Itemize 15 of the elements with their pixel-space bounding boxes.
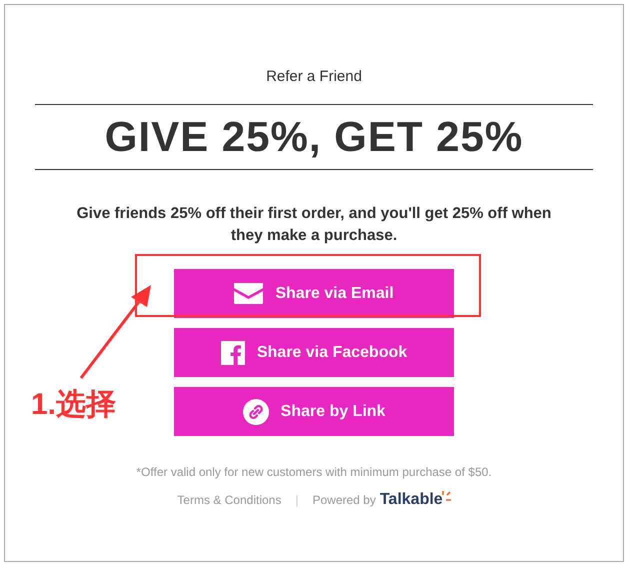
brand-logo: Talkable — [380, 491, 451, 509]
share-button[interactable]: Share by Link — [174, 387, 454, 436]
description: Give friends 25% off their first order, and you'll get 25% off when they make a purchase. — [76, 204, 552, 246]
annotation-label: 1.选择 — [31, 387, 116, 423]
eyebrow-text: Refer a Friend — [266, 68, 362, 87]
share-button[interactable]: Share via Facebook — [174, 328, 454, 377]
link-icon — [242, 398, 269, 424]
headline: GIVE 25%, GET 25% — [35, 104, 593, 170]
share-button[interactable]: Share via Email — [174, 269, 454, 318]
terms-link[interactable]: Terms & Conditions — [177, 493, 282, 507]
disclaimer-text: *Offer valid only for new customers with minimum purchase of $50. — [136, 465, 492, 479]
facebook-icon — [220, 340, 245, 364]
separator: | — [295, 493, 298, 507]
powered-by-text: Powered by — [312, 493, 376, 507]
envelope-icon — [234, 283, 264, 304]
